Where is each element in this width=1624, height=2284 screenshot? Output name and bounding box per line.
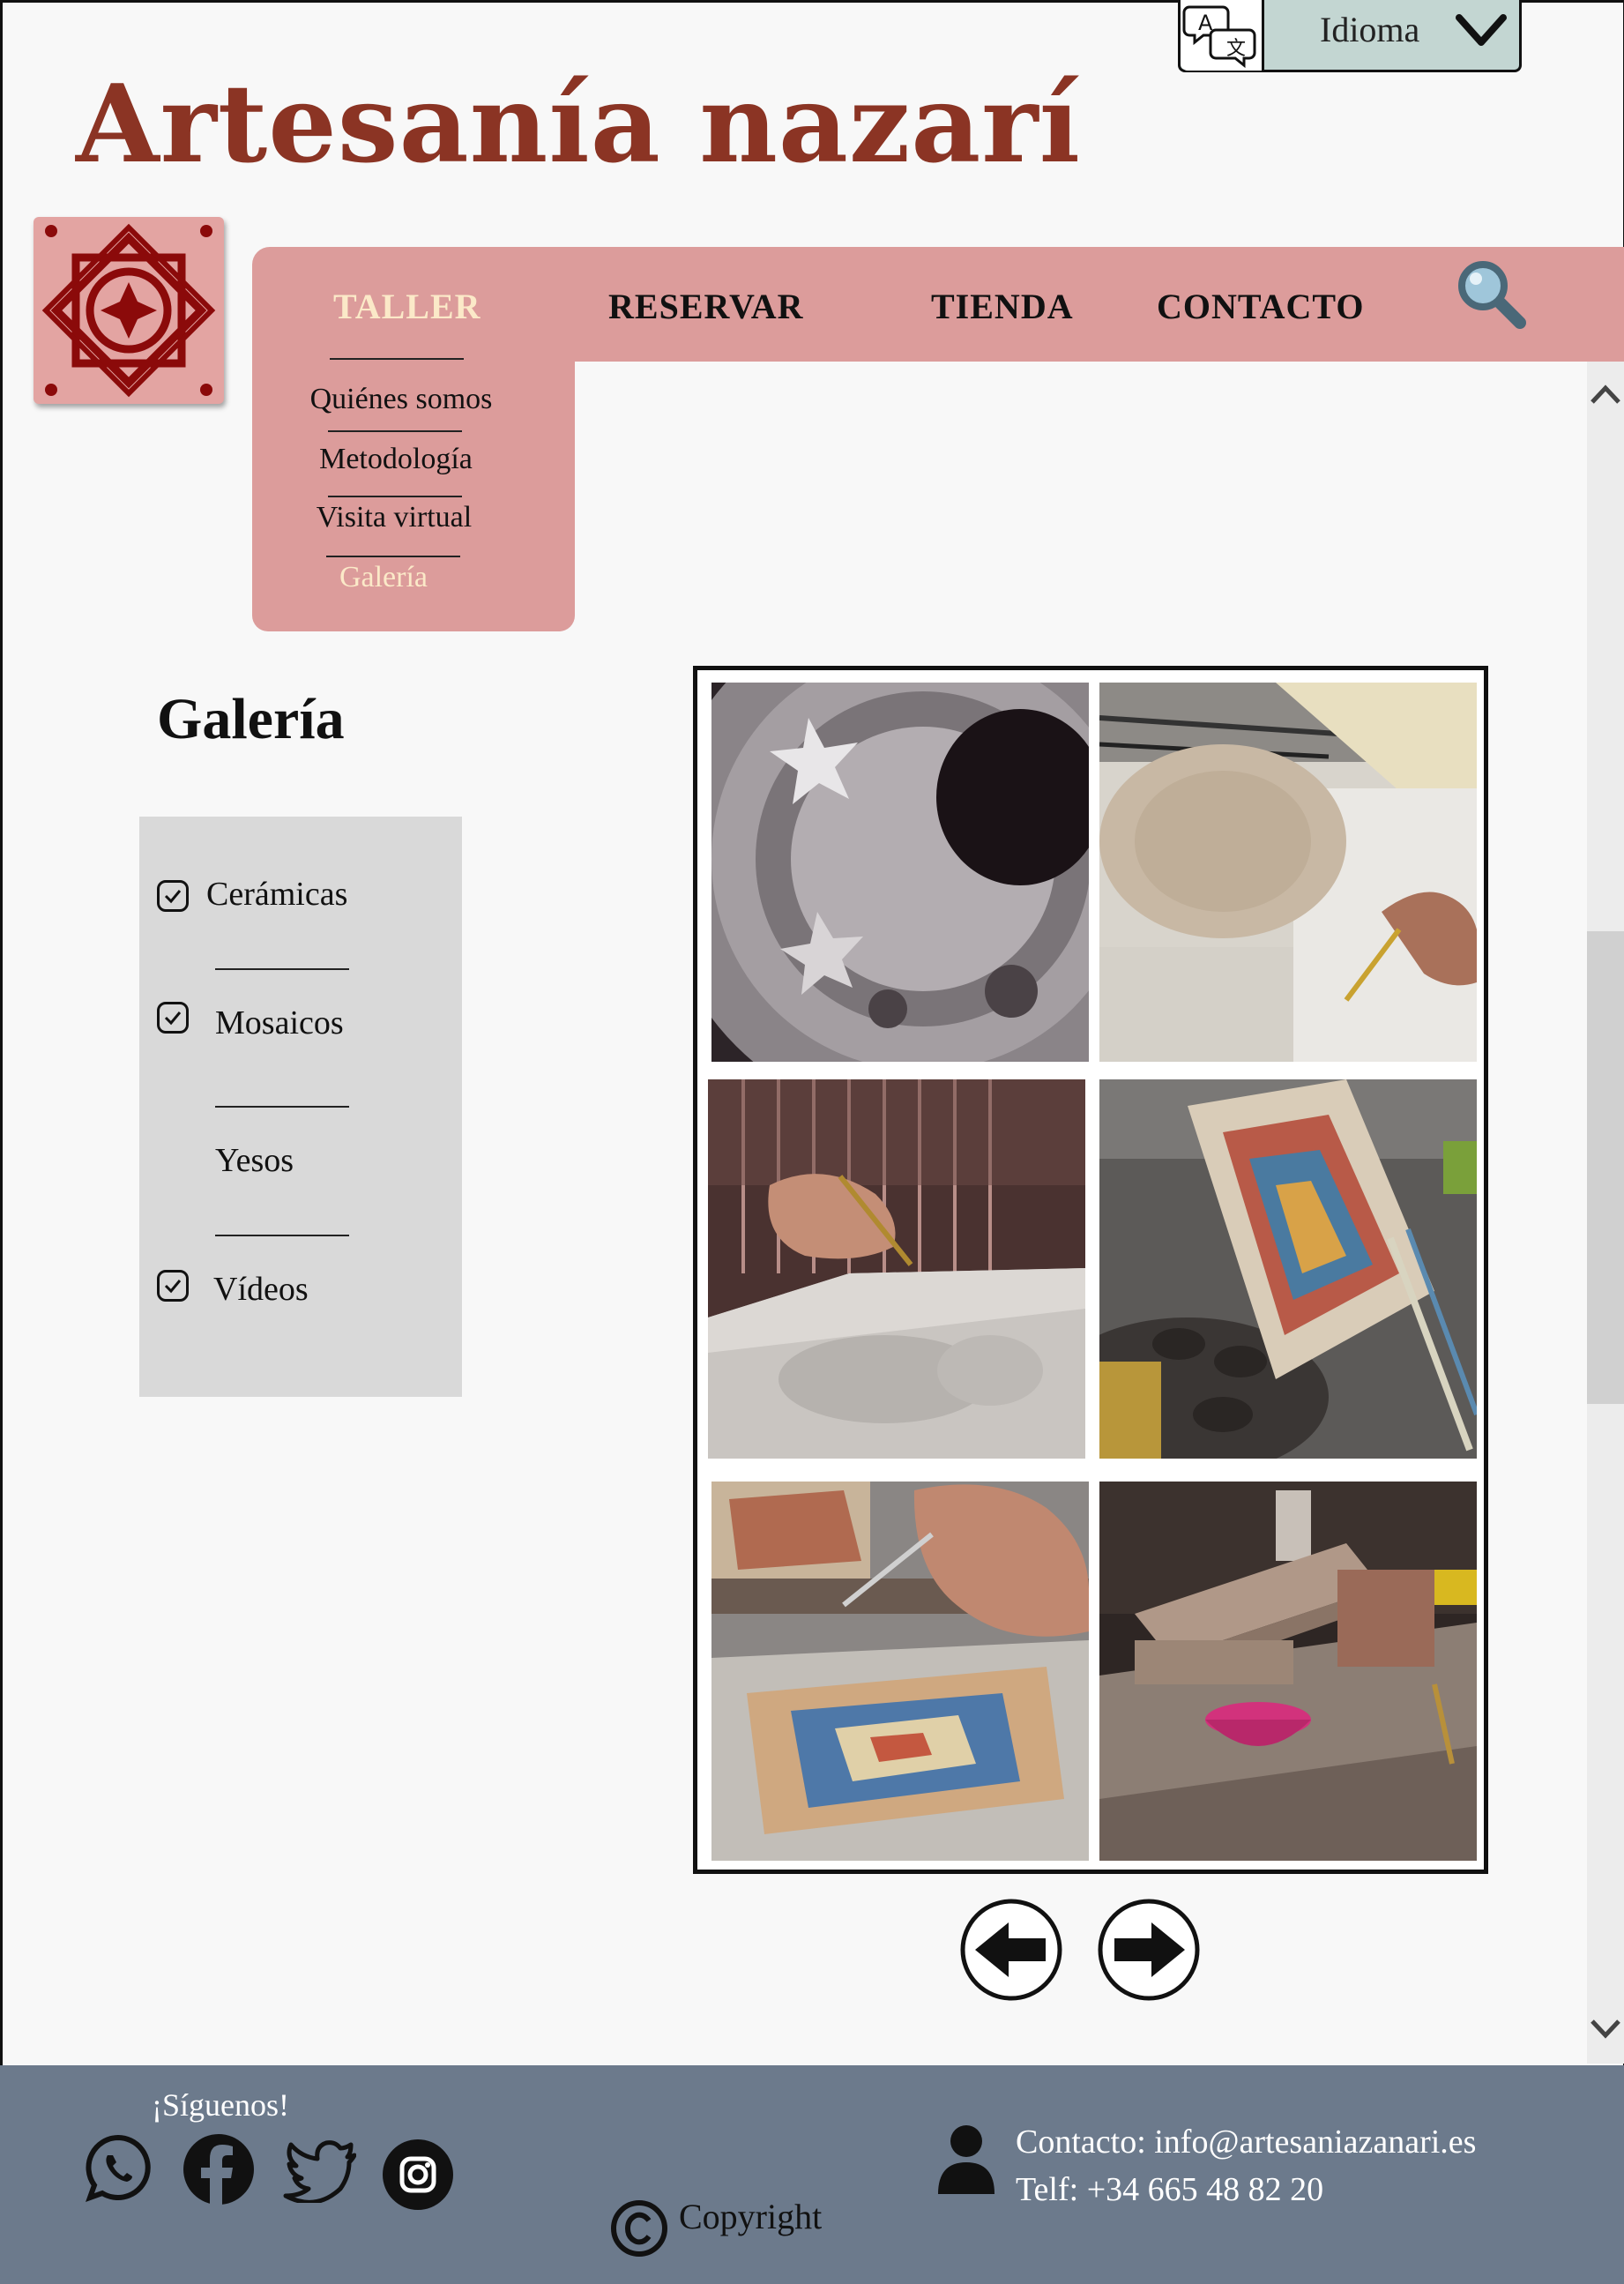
user-icon [938,2125,995,2194]
nav-item-taller[interactable]: TALLER [333,286,481,327]
check-icon[interactable] [157,1002,189,1034]
footer: ¡Síguenos! Contacto: info@artesaniazanar… [0,2065,1624,2284]
search-icon[interactable] [1453,256,1532,335]
gallery-photo[interactable] [711,1482,1089,1861]
submenu-item-galeria[interactable]: Galería [222,561,545,594]
photo-gallery [693,666,1488,1874]
language-selector[interactable]: A 文 Idioma [1178,0,1522,72]
contact-email[interactable]: Contacto: info@artesaniazanari.es [1016,2118,1476,2166]
divider [215,1235,349,1236]
copyright-label: Copyright [679,2197,823,2236]
divider [330,358,464,360]
divider [328,430,462,432]
gallery-photo[interactable] [1099,1482,1477,1861]
chevron-down-icon [1456,14,1507,46]
scrollbar[interactable] [1587,362,1624,2064]
site-title: Artesanía nazarí [76,60,1081,187]
arrow-left-icon[interactable] [959,1898,1063,2002]
arrow-right-icon[interactable] [1097,1898,1201,2002]
language-label: Idioma [1320,10,1420,49]
filter-mosaicos[interactable]: Mosaicos [215,1004,344,1042]
main-nav: TALLER RESERVAR TIENDA CONTACTO [252,247,1624,362]
contact-phone: Telf: +34 665 48 82 20 [1016,2171,1324,2208]
nav-item-contacto[interactable]: CONTACTO [1157,286,1364,327]
taller-submenu: Quiénes somos Metodología Visita virtual… [252,356,575,631]
contact-info: Contacto: info@artesaniazanari.es Telf: … [1016,2118,1476,2213]
gallery-photo[interactable] [708,1079,1085,1459]
twitter-icon[interactable] [282,2132,356,2203]
gallery-photo[interactable] [1099,1079,1477,1459]
gallery-photo[interactable] [1099,683,1477,1062]
check-icon[interactable] [157,1270,189,1302]
copyright-icon [611,2200,667,2257]
nav-item-tienda[interactable]: TIENDA [931,286,1074,327]
divider [215,968,349,970]
translate-icon: A 文 [1181,0,1264,71]
divider [215,1106,349,1108]
filter-ceramicas[interactable]: Cerámicas [206,875,347,914]
nav-item-reservar[interactable]: RESERVAR [608,286,803,327]
facebook-icon[interactable] [182,2132,256,2206]
chevron-down-icon[interactable] [1587,2011,1624,2046]
divider [326,556,460,557]
submenu-item-metodologia[interactable]: Metodología [235,443,557,476]
submenu-item-quienes-somos[interactable]: Quiénes somos [240,383,562,416]
chevron-up-icon[interactable] [1587,377,1624,413]
filter-yesos[interactable]: Yesos [215,1141,294,1180]
check-icon[interactable] [157,880,189,912]
submenu-item-visita-virtual[interactable]: Visita virtual [233,501,555,534]
svg-text:文: 文 [1226,38,1246,60]
scrollbar-thumb[interactable] [1587,931,1624,1404]
logo[interactable] [34,217,224,404]
divider [328,496,462,497]
page-title: Galería [157,687,345,751]
gallery-photo[interactable] [711,683,1089,1062]
instagram-icon[interactable] [381,2138,455,2212]
gallery-filters: Cerámicas Mosaicos Yesos Vídeos [139,817,462,1397]
filter-videos[interactable]: Vídeos [213,1270,309,1309]
geometric-star-logo-icon [41,223,216,398]
whatsapp-icon[interactable] [83,2132,153,2203]
follow-label: ¡Síguenos! [152,2087,289,2123]
